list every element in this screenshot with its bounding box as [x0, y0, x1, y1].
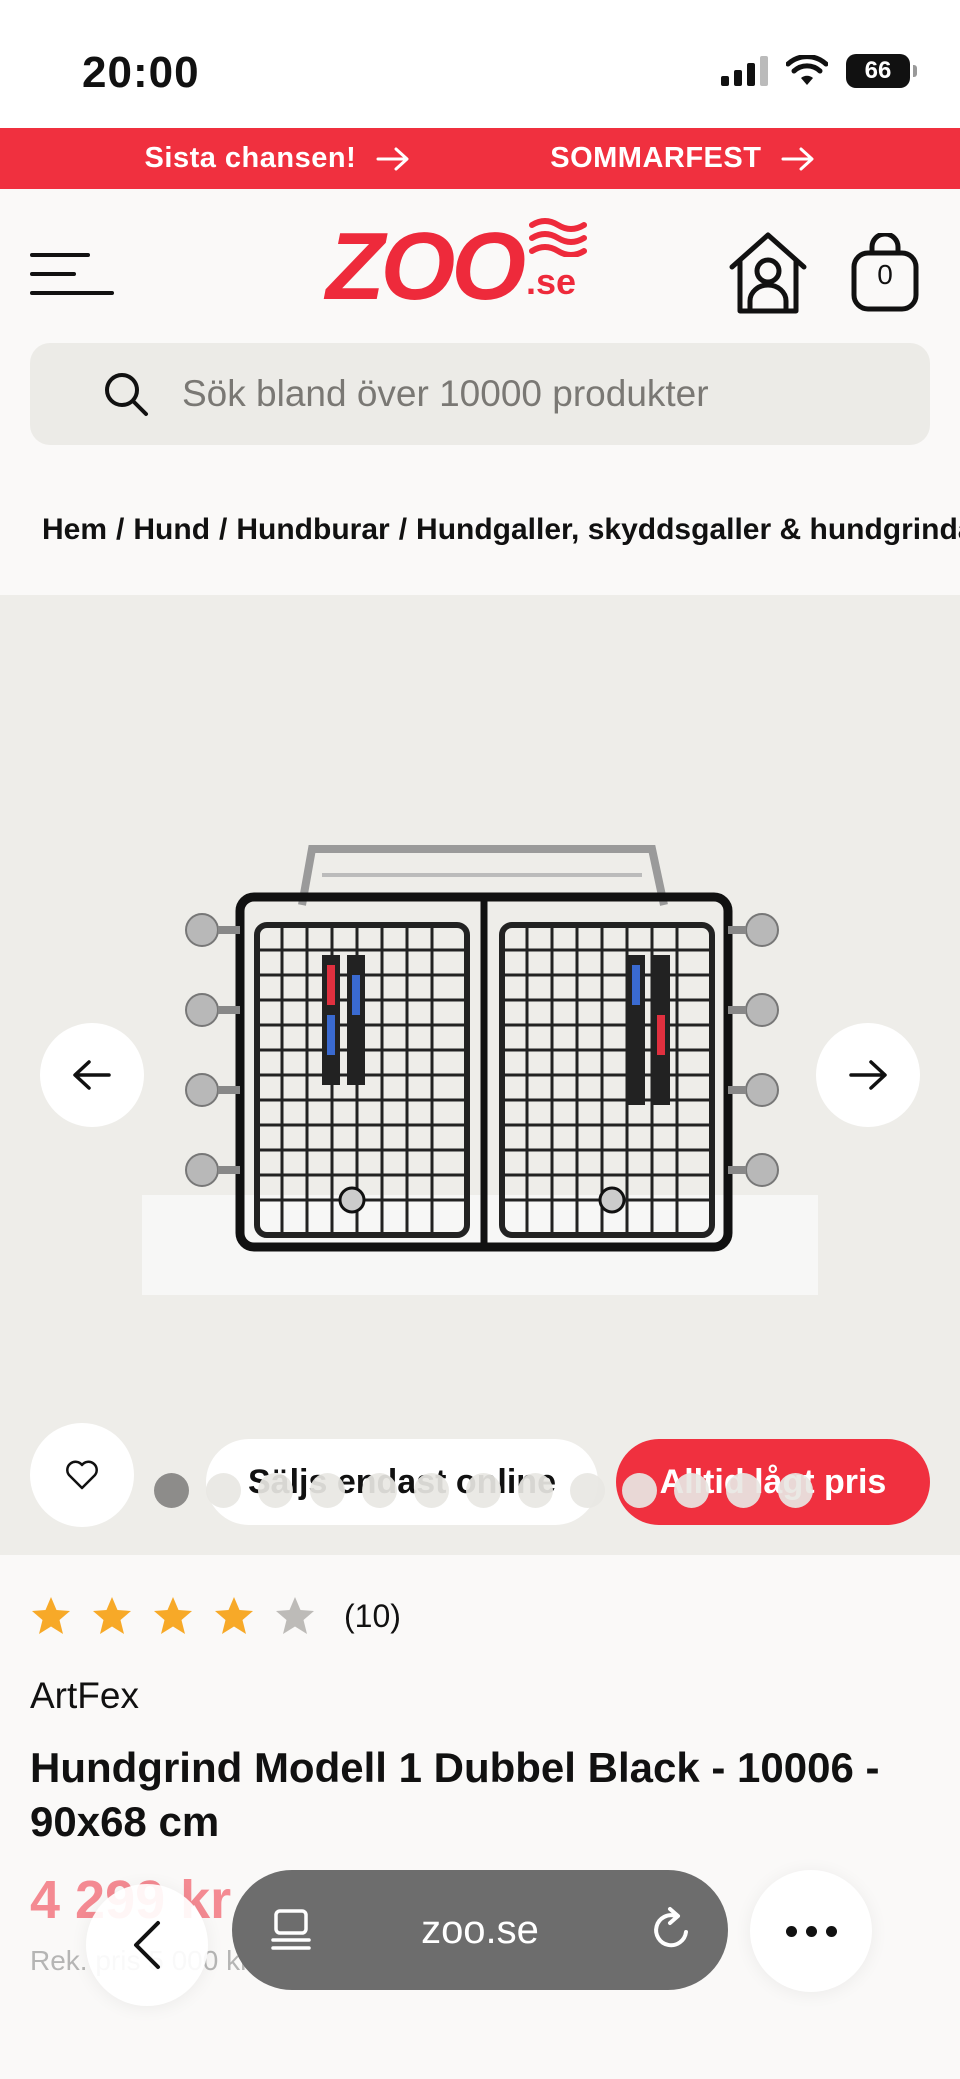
breadcrumb-item[interactable]: Hundburar: [236, 513, 389, 547]
search-input[interactable]: Sök bland över 10000 produkter: [30, 343, 930, 445]
menu-button[interactable]: [30, 245, 114, 303]
product-gallery[interactable]: Säljs endast online Alltid lågt pris: [0, 595, 960, 1555]
browser-more-button[interactable]: [750, 1870, 872, 1992]
star-icon: [32, 1597, 70, 1634]
search-area: Sök bland över 10000 produkter: [0, 339, 960, 449]
gallery-dot[interactable]: [622, 1473, 657, 1508]
account-button[interactable]: [726, 229, 810, 315]
cart-button[interactable]: 0: [850, 233, 920, 313]
product-rating[interactable]: (10): [30, 1595, 401, 1637]
review-count: (10): [344, 1597, 401, 1634]
battery-icon: 66: [846, 54, 917, 88]
gallery-dot[interactable]: [778, 1473, 813, 1508]
promo-label: SOMMARFEST: [550, 142, 762, 174]
gallery-dot[interactable]: [570, 1473, 605, 1508]
breadcrumb-separator: /: [116, 513, 125, 546]
search-icon: [105, 373, 148, 416]
star-icon: [215, 1597, 253, 1634]
heart-icon: [66, 1460, 98, 1490]
site-header: ZOO .se 0: [0, 189, 960, 339]
arrow-right-icon: [849, 1060, 887, 1090]
promo-link-sista-chansen[interactable]: Sista chansen!: [145, 142, 411, 175]
breadcrumb-separator: /: [219, 513, 228, 546]
status-icons: 66: [721, 54, 917, 88]
favorite-button[interactable]: [30, 1423, 134, 1527]
promo-banner: Sista chansen! SOMMARFEST: [0, 128, 960, 189]
wifi-icon: [786, 55, 828, 85]
breadcrumb-item[interactable]: Hundgaller, skyddsgaller & hundgrindar: [416, 513, 960, 547]
status-bar: 20:00 66: [0, 0, 960, 128]
gallery-next-button[interactable]: [816, 1023, 920, 1127]
browser-back-button[interactable]: [86, 1884, 208, 2006]
breadcrumb: Hem / Hund / Hundburar / Hundgaller, sky…: [42, 513, 960, 547]
logo-text: ZOO: [326, 213, 526, 320]
gallery-dot[interactable]: [206, 1473, 241, 1508]
more-dot: [785, 1925, 797, 1937]
product-brand[interactable]: ArtFex: [30, 1675, 139, 1717]
product-title: Hundgrind Modell 1 Dubbel Black - 10006 …: [30, 1744, 880, 1845]
more-dot: [825, 1925, 837, 1937]
logo-waves-icon: [528, 218, 587, 257]
arrow-left-icon: [73, 1060, 111, 1090]
search-placeholder: Sök bland över 10000 produkter: [182, 373, 709, 414]
browser-url-bar[interactable]: zoo.se: [232, 1870, 728, 1990]
dog-house-user-icon: [729, 232, 807, 314]
gallery-dot[interactable]: [726, 1473, 761, 1508]
gallery-dot[interactable]: [310, 1473, 345, 1508]
gallery-dot[interactable]: [518, 1473, 553, 1508]
star-icon: [93, 1597, 131, 1634]
breadcrumb-area: Hem / Hund / Hundburar / Hundgaller, sky…: [0, 449, 960, 595]
gallery-dot[interactable]: [154, 1473, 189, 1508]
breadcrumb-item[interactable]: Hem: [42, 513, 107, 547]
arrow-right-icon: [376, 147, 409, 170]
rating-stars: [30, 1595, 316, 1637]
product-image: [142, 845, 818, 1295]
zoo-logo[interactable]: ZOO .se: [326, 213, 587, 320]
breadcrumb-item[interactable]: Hund: [133, 513, 210, 547]
cellular-signal-icon: [721, 56, 768, 86]
more-dot: [805, 1925, 817, 1937]
arrow-right-icon: [781, 147, 814, 170]
cart-count: 0: [877, 259, 893, 290]
gallery-pagination: [154, 1473, 813, 1508]
gallery-dot[interactable]: [674, 1473, 709, 1508]
star-icon: [154, 1597, 192, 1634]
logo-suffix: .se: [526, 218, 587, 303]
chevron-left-icon: [134, 1921, 160, 1969]
promo-label: Sista chansen!: [144, 142, 357, 174]
status-time: 20:00: [82, 48, 200, 97]
gallery-dot[interactable]: [414, 1473, 449, 1508]
star-icon: [276, 1597, 314, 1634]
gallery-dot[interactable]: [258, 1473, 293, 1508]
reload-icon[interactable]: [648, 1906, 696, 1954]
promo-link-sommarfest[interactable]: SOMMARFEST: [550, 142, 815, 175]
gallery-dot[interactable]: [466, 1473, 501, 1508]
breadcrumb-separator: /: [398, 513, 408, 546]
gallery-dot[interactable]: [362, 1473, 397, 1508]
gallery-prev-button[interactable]: [40, 1023, 144, 1127]
